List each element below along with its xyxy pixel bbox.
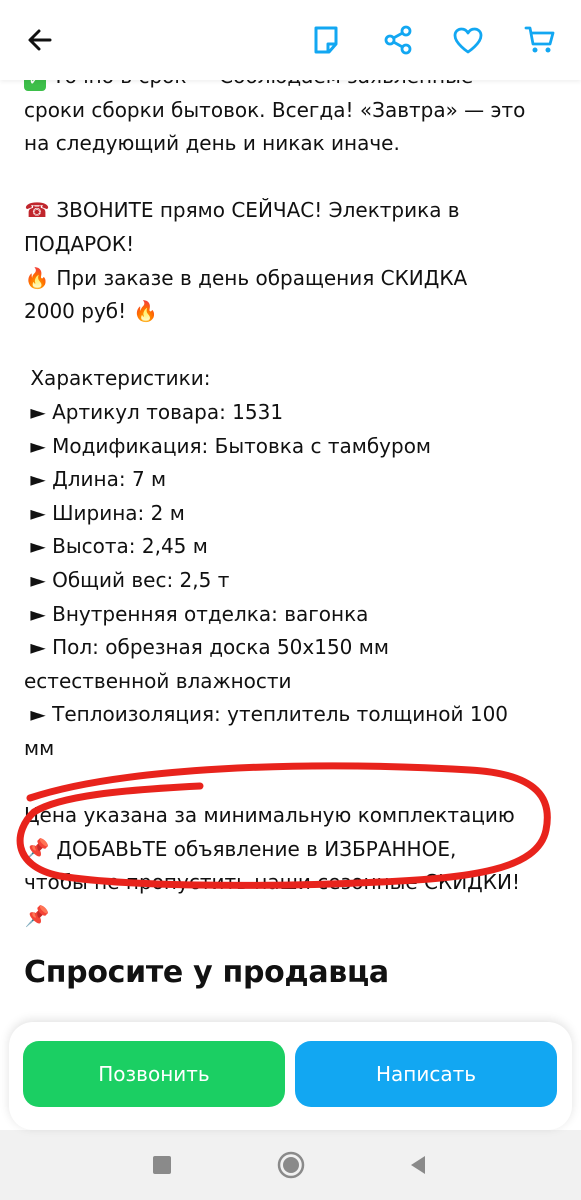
fire-icon: 🔥 [133,299,158,324]
description-line: сроки сборки бытовок. Всегда! «Завтра» —… [24,97,526,122]
pushpin-icon: 📌 [24,903,50,928]
spec-item-continued: мм [24,735,55,760]
recent-apps-icon[interactable] [148,1151,176,1179]
description-line: 2000 руб! 🔥 [24,295,559,329]
fire-icon: 🔥 [24,265,50,290]
favorite-note: чтобы не пропустить наши сезонные СКИДКИ… [24,870,520,895]
back-arrow-icon[interactable] [18,18,62,62]
favorite-note: 📌 [24,900,559,934]
spec-item: ► Теплоизоляция: утеплитель толщиной 100 [24,702,509,727]
spec-item: ► Артикул товара: 1531 [24,399,284,424]
spec-item: ► Длина: 7 м [24,467,167,492]
back-icon[interactable] [404,1151,432,1179]
spec-item: ► Ширина: 2 м [24,500,185,525]
spec-item: ► Общий вес: 2,5 т [24,567,230,592]
contact-action-card: Позвонить Написать [9,1022,572,1130]
favorite-note: 📌 ДОБАВЬТЕ объявление в ИЗБРАННОЕ, [24,833,559,867]
telephone-icon: ☎ [24,198,50,223]
share-icon[interactable] [376,18,420,62]
ask-seller-title: Спросите у продавца [24,955,389,990]
price-note: Цена указана за минимальную комплектацию [24,803,515,828]
heart-icon[interactable] [446,18,490,62]
description-line: 🔥 При заказе в день обращения СКИДКА [24,262,559,296]
top-app-bar [0,0,581,80]
description-line: ПОДАРОК! [24,231,135,256]
cart-icon[interactable] [518,18,562,62]
spec-item-continued: естественной влажности [24,668,292,693]
spec-item: ► Внутренняя отделка: вагонка [24,601,369,626]
document-icon[interactable] [304,18,348,62]
item-description: ✓ Точно в срок — Соблюдаем заявленные ср… [24,60,559,933]
description-line: на следующий день и никак иначе. [24,131,400,156]
system-navigation-bar [0,1130,581,1200]
spec-item: ► Высота: 2,45 м [24,534,208,559]
spec-item: ► Модификация: Бытовка с тамбуром [24,433,432,458]
home-icon[interactable] [277,1151,305,1179]
description-line: ☎ ЗВОНИТЕ прямо СЕЙЧАС! Электрика в [24,194,559,228]
specs-title: Характеристики: [30,366,211,391]
call-button[interactable]: Позвонить [23,1041,285,1107]
write-message-button[interactable]: Написать [295,1041,557,1107]
pushpin-icon: 📌 [24,836,50,861]
spec-item: ► Пол: обрезная доска 50х150 мм [24,635,389,660]
